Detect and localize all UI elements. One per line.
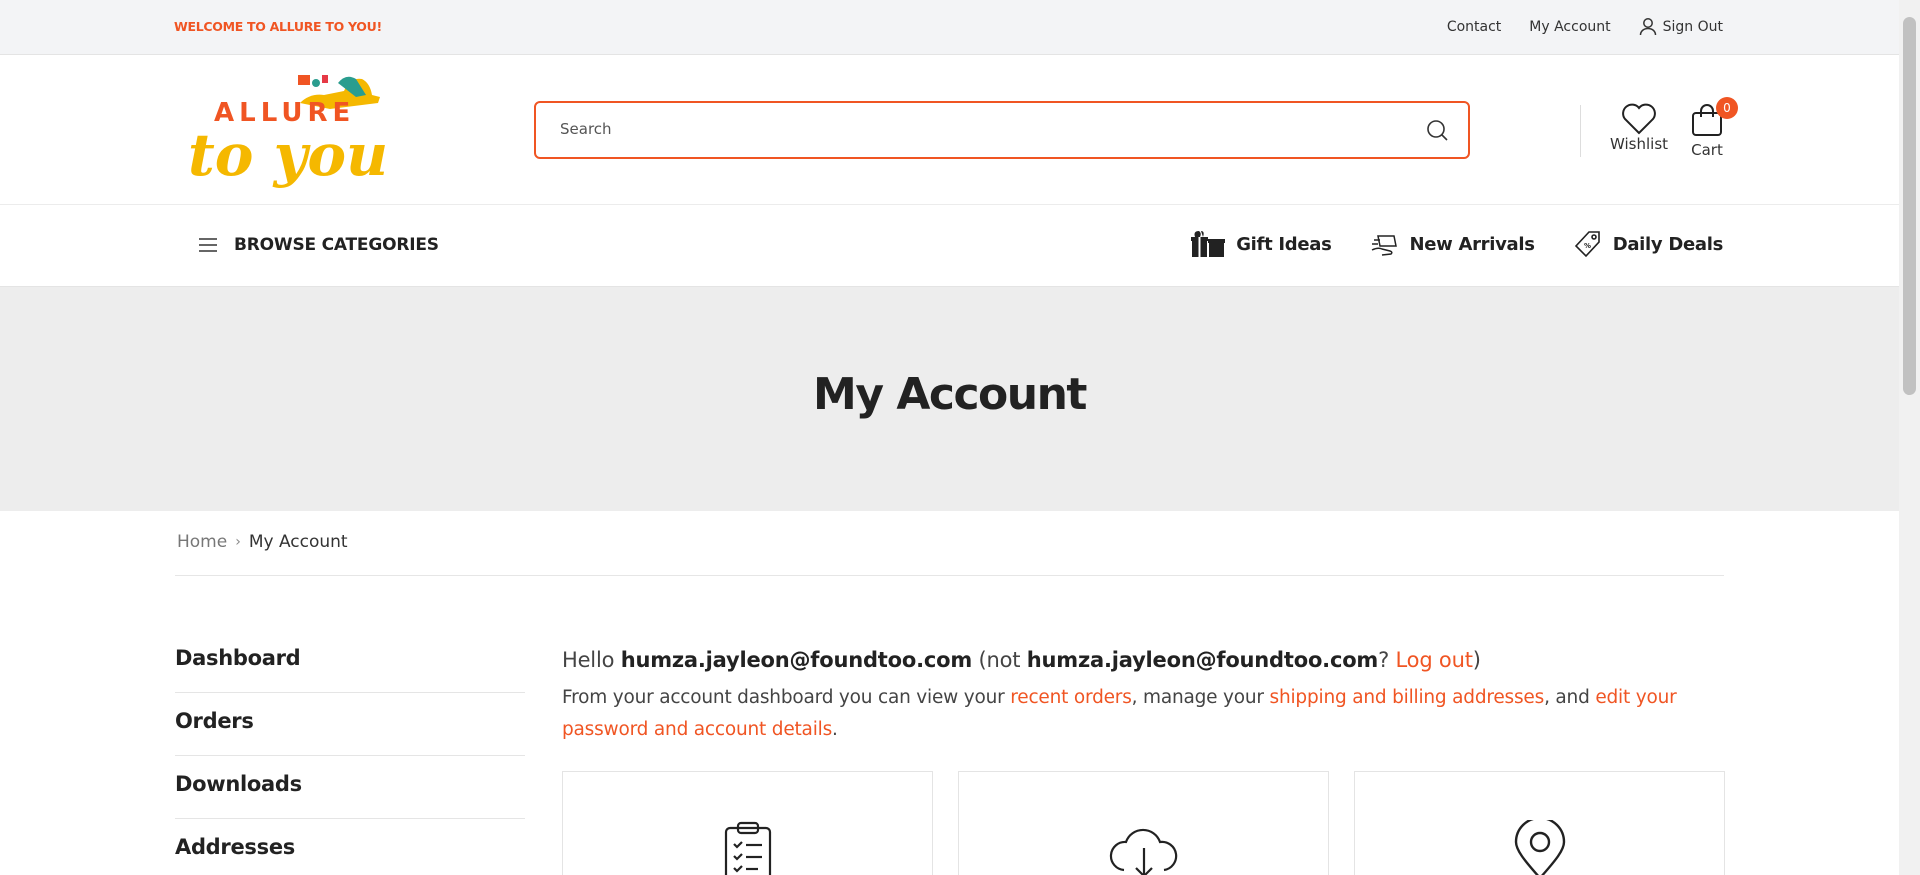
account-sidebar: Dashboard Orders Downloads Addresses: [175, 630, 525, 875]
recent-orders-link[interactable]: recent orders: [1010, 687, 1132, 708]
logo-dot-icon: [312, 79, 320, 87]
nav-gift-ideas[interactable]: Gift Ideas: [1190, 229, 1332, 259]
logout-link[interactable]: Log out: [1396, 648, 1473, 672]
search-icon[interactable]: [1426, 119, 1448, 141]
new-arrivals-label: New Arrivals: [1409, 233, 1535, 255]
category-nav: BROWSE CATEGORIES Gift Ideas New Arrival…: [0, 205, 1899, 287]
delivery-icon: [1371, 235, 1397, 256]
breadcrumb-divider: [175, 575, 1724, 576]
desc-part-1: From your account dashboard you can view…: [562, 687, 1005, 708]
orders-card[interactable]: [562, 771, 933, 875]
page-banner: My Account: [0, 287, 1899, 511]
sidebar-item-addresses[interactable]: Addresses: [175, 819, 525, 875]
not-email: humza.jayleon@foundtoo.com: [1026, 648, 1379, 672]
scrollbar-thumb[interactable]: [1903, 17, 1916, 395]
my-account-link[interactable]: My Account: [1529, 19, 1610, 35]
user-email: humza.jayleon@foundtoo.com: [620, 648, 973, 672]
daily-deals-label: Daily Deals: [1612, 233, 1724, 255]
top-links: Contact My Account Sign Out: [1419, 17, 1723, 36]
hamburger-menu-icon: [199, 238, 217, 252]
sidebar-item-downloads[interactable]: Downloads: [175, 756, 525, 819]
search-box: [534, 101, 1470, 159]
browse-categories-button[interactable]: BROWSE CATEGORIES: [198, 235, 439, 255]
clipboard-checklist-icon: [724, 821, 771, 875]
nav-daily-deals[interactable]: % Daily Deals: [1573, 229, 1723, 259]
hello-message: Hello humza.jayleon@foundtoo.com (not hu…: [562, 648, 1724, 672]
price-tag-icon: %: [1574, 231, 1600, 258]
not-open: (not: [978, 648, 1021, 672]
sidebar-item-orders[interactable]: Orders: [175, 693, 525, 756]
question-mark: ?: [1378, 648, 1390, 672]
dashboard-description: From your account dashboard you can view…: [562, 682, 1724, 746]
gift-icon: [1191, 231, 1226, 257]
header-divider: [1580, 105, 1581, 157]
sidebar-item-dashboard[interactable]: Dashboard: [175, 630, 525, 693]
cart-count-badge: 0: [1716, 97, 1738, 119]
cart-label: Cart: [1691, 141, 1723, 159]
desc-part-2: , manage your: [1131, 687, 1264, 708]
desc-part-4: .: [832, 719, 838, 740]
addresses-link[interactable]: shipping and billing addresses: [1270, 687, 1545, 708]
desc-part-3: , and: [1544, 687, 1590, 708]
breadcrumb-current: My Account: [248, 532, 348, 552]
sign-out-label: Sign Out: [1662, 18, 1723, 35]
wishlist-label: Wishlist: [1610, 135, 1669, 153]
site-logo[interactable]: ALLURE to you: [188, 63, 388, 203]
contact-link[interactable]: Contact: [1447, 19, 1501, 35]
page-scrollbar[interactable]: [1899, 0, 1920, 875]
sign-out-link[interactable]: Sign Out: [1639, 17, 1723, 36]
hello-word: Hello: [562, 648, 615, 672]
nav-links: Gift Ideas New Arrivals % Daily Deals: [1152, 229, 1723, 259]
cart-button[interactable]: 0 Cart: [1690, 97, 1738, 159]
addresses-card[interactable]: [1354, 771, 1725, 875]
close-paren: ): [1472, 648, 1481, 672]
breadcrumb: Home › My Account: [177, 532, 348, 552]
welcome-text: WELCOME TO ALLURE TO YOU!: [174, 19, 382, 34]
dashboard-content: Hello humza.jayleon@foundtoo.com (not hu…: [562, 648, 1724, 746]
dashboard-cards: [562, 771, 1750, 875]
top-bar: WELCOME TO ALLURE TO YOU! Contact My Acc…: [0, 0, 1899, 55]
logo-graphic: ALLURE to you: [188, 75, 388, 189]
logo-text-bottom: to you: [188, 121, 388, 189]
map-pin-icon: [1514, 820, 1565, 875]
browse-categories-label: BROWSE CATEGORIES: [234, 235, 439, 255]
logo-gift-icon: [322, 75, 328, 83]
heart-icon: [1622, 103, 1656, 135]
breadcrumb-home[interactable]: Home: [177, 532, 227, 552]
user-icon: [1639, 18, 1656, 36]
wishlist-button[interactable]: Wishlist: [1610, 103, 1668, 153]
svg-text:%: %: [1584, 242, 1591, 250]
nav-new-arrivals[interactable]: New Arrivals: [1370, 230, 1535, 258]
search-input[interactable]: [560, 120, 1380, 138]
page-title: My Account: [813, 369, 1087, 420]
gift-ideas-label: Gift Ideas: [1236, 233, 1332, 255]
logo-bag-icon: [298, 75, 310, 85]
breadcrumb-chevron-icon: ›: [235, 534, 241, 550]
downloads-card[interactable]: [958, 771, 1329, 875]
cloud-download-icon: [1109, 828, 1177, 875]
site-header: ALLURE to you Wishlist 0 Cart: [0, 55, 1899, 205]
